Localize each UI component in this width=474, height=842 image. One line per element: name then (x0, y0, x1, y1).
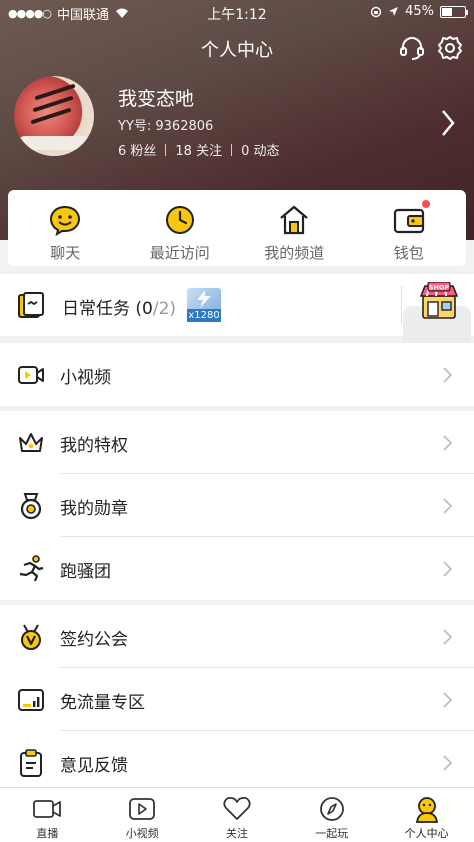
menu-item-free-data[interactable]: 免流量专区 (0, 668, 474, 731)
menu-item-medals[interactable]: 我的勋章 (0, 474, 474, 537)
menu-item-label: 我的勋章 (60, 499, 128, 519)
divider (165, 143, 167, 156)
fans-count[interactable]: 6 粉丝 (118, 140, 156, 159)
gear-icon[interactable] (436, 34, 464, 62)
profile-stats: 6 粉丝 18 关注 0 动态 (118, 140, 280, 159)
camera-icon (33, 800, 62, 818)
play-icon (129, 798, 156, 820)
yy-id: YY号: 9362806 (118, 119, 214, 134)
status-bar: ●●●●○ 中国联通 上午1:12 45% (0, 0, 474, 24)
medal-icon (20, 493, 42, 520)
tab-label: 关注 (225, 827, 248, 840)
clipboard-icon (20, 749, 42, 777)
quick-action-label: 最近访问 (149, 244, 210, 262)
menu-item-short-video[interactable]: 小视频 (0, 343, 474, 406)
posts-count[interactable]: 0 动态 (241, 140, 279, 159)
orientation-lock-icon (370, 6, 382, 17)
location-icon (389, 7, 399, 16)
chevron-right-icon (443, 435, 452, 451)
lightning-icon (197, 290, 211, 308)
daily-task-title: 日常任务 (0/2) (62, 299, 177, 319)
menu-item-privileges[interactable]: 我的特权 (0, 411, 474, 474)
chevron-right-icon (443, 755, 452, 771)
video-icon (18, 366, 44, 384)
menu-item-label: 小视频 (60, 368, 111, 388)
battery-icon (440, 5, 468, 18)
task-list-icon (18, 292, 44, 318)
crown-icon (19, 433, 43, 452)
wallet-icon (393, 208, 424, 234)
clock-icon (165, 206, 194, 234)
tab-live[interactable]: 直播 (0, 788, 95, 842)
menu-item-guild[interactable]: 签约公会 (0, 605, 474, 668)
tab-play-together[interactable]: 一起玩 (284, 788, 379, 842)
menu-item-feedback[interactable]: 意见反馈 (0, 731, 474, 794)
quick-actions: 聊天 最近访问 我的频道 钱包 (8, 190, 466, 266)
quick-action-label: 我的频道 (264, 244, 325, 262)
quick-action-label: 聊天 (50, 244, 81, 262)
menu-item-label: 跑骚团 (60, 562, 111, 582)
reward-badge: x1280 (187, 288, 221, 322)
notification-dot (422, 200, 430, 208)
menu-item-label: 签约公会 (60, 630, 128, 650)
chevron-right-icon (443, 561, 452, 577)
divider (401, 286, 402, 324)
tab-short-video[interactable]: 小视频 (95, 788, 190, 842)
chevron-right-icon (443, 629, 452, 645)
reward-count: x1280 (187, 309, 221, 322)
svg-text:SHOP: SHOP (429, 283, 450, 291)
quick-action-label: 钱包 (393, 244, 424, 262)
chevron-right-icon (443, 692, 452, 708)
quick-action-wallet[interactable]: 钱包 (352, 190, 467, 266)
runner-icon (19, 555, 44, 582)
avatar[interactable] (14, 76, 94, 156)
chevron-right-icon (443, 498, 452, 514)
battery-percent: 45% (405, 4, 434, 19)
tab-profile[interactable]: 个人中心 (379, 788, 474, 842)
house-icon (280, 205, 309, 235)
shop-icon[interactable]: SHOP (419, 282, 459, 322)
menu-item-label: 意见反馈 (60, 756, 128, 776)
data-chart-icon (18, 689, 44, 711)
menu-item-running-club[interactable]: 跑骚团 (0, 537, 474, 600)
menu-item-label: 我的特权 (60, 436, 128, 456)
profile-chevron-right-icon[interactable] (440, 108, 456, 138)
tab-label: 个人中心 (404, 827, 449, 840)
compass-icon (319, 797, 344, 821)
following-count[interactable]: 18 关注 (175, 140, 222, 159)
username: 我变态吔 (118, 88, 195, 110)
profile-icon (415, 797, 438, 823)
quick-action-chat[interactable]: 聊天 (8, 190, 123, 266)
v-badge-icon (21, 624, 41, 650)
quick-action-recent[interactable]: 最近访问 (123, 190, 238, 266)
heart-icon (223, 797, 251, 820)
tab-label: 小视频 (125, 827, 159, 840)
tab-label: 一起玩 (315, 827, 349, 840)
chat-face-icon (50, 205, 81, 236)
tab-follow[interactable]: 关注 (190, 788, 285, 842)
menu-item-label: 免流量专区 (60, 693, 145, 713)
headset-icon[interactable] (398, 34, 426, 62)
chevron-right-icon (443, 367, 452, 383)
quick-action-channel[interactable]: 我的频道 (237, 190, 352, 266)
divider (231, 143, 233, 156)
bottom-tab-bar: 直播 小视频 关注 一起玩 个人中心 (0, 787, 474, 842)
tab-label: 直播 (36, 827, 59, 840)
